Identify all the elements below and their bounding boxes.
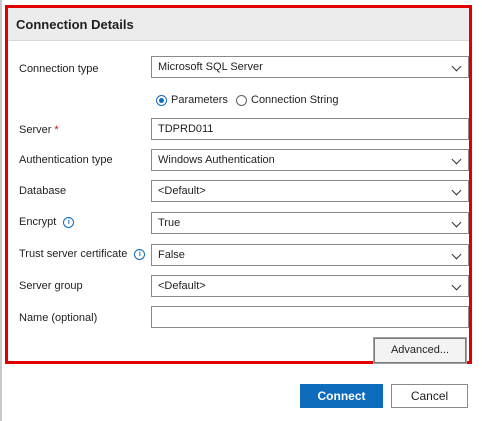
info-icon[interactable]: i [134, 249, 146, 260]
database-label: Database [19, 185, 67, 197]
connection-details-panel: Connection Details Connection type Micro… [5, 5, 472, 364]
trust-cert-label: Trust server certificate i [19, 248, 146, 260]
server-label: Server * [19, 124, 59, 136]
radio-unchecked-icon [236, 95, 247, 106]
section-header: Connection Details [8, 8, 469, 41]
encrypt-select[interactable]: True [151, 212, 469, 234]
chevron-down-icon [451, 185, 462, 196]
auth-type-value: Windows Authentication [158, 154, 275, 166]
radio-parameters-label: Parameters [171, 94, 228, 106]
chevron-down-icon [451, 249, 462, 260]
server-value: TDPRD011 [158, 123, 214, 135]
trust-cert-label-text: Trust server certificate [19, 248, 128, 260]
advanced-button[interactable]: Advanced... [374, 338, 466, 363]
info-icon[interactable]: i [63, 217, 75, 228]
name-input[interactable] [151, 306, 469, 328]
server-group-label: Server group [19, 280, 83, 292]
chevron-down-icon [451, 280, 462, 291]
trust-cert-select[interactable]: False [151, 244, 469, 266]
radio-connection-string-label: Connection String [251, 94, 339, 106]
connection-type-label: Connection type [19, 63, 99, 75]
server-label-text: Server [19, 124, 52, 136]
connection-type-select[interactable]: Microsoft SQL Server [151, 56, 469, 78]
chevron-down-icon [451, 217, 462, 228]
name-label: Name (optional) [19, 312, 98, 324]
encrypt-value: True [158, 217, 181, 229]
auth-type-select[interactable]: Windows Authentication [151, 149, 469, 171]
server-group-select[interactable]: <Default> [151, 275, 469, 297]
database-select[interactable]: <Default> [151, 180, 469, 202]
section-title: Connection Details [16, 17, 134, 32]
required-marker: * [54, 124, 59, 136]
database-value: <Default> [158, 185, 206, 197]
server-group-value: <Default> [158, 280, 206, 292]
connection-type-value: Microsoft SQL Server [158, 61, 263, 73]
cancel-button[interactable]: Cancel [391, 384, 468, 408]
encrypt-label: Encrypt i [19, 216, 75, 228]
connect-button[interactable]: Connect [300, 384, 383, 408]
chevron-down-icon [451, 154, 462, 165]
encrypt-label-text: Encrypt [19, 216, 57, 228]
auth-type-label: Authentication type [19, 154, 113, 166]
server-input[interactable]: TDPRD011 [151, 118, 469, 140]
left-edge-strip [0, 0, 2, 421]
trust-cert-value: False [158, 249, 185, 261]
radio-checked-icon [156, 95, 167, 106]
chevron-down-icon [451, 61, 462, 72]
